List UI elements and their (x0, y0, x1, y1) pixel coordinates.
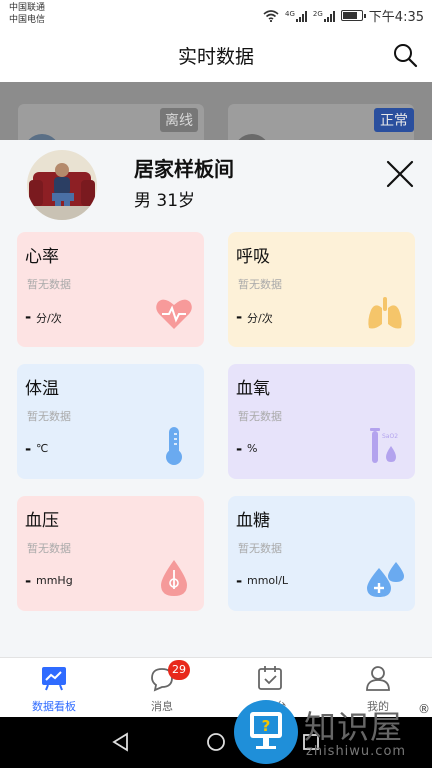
watermark-text: 知识屋 (304, 708, 404, 746)
watermark-logo: ? (234, 700, 298, 764)
profile-header: 居家样板间 男 31岁 (0, 140, 432, 230)
user-icon (366, 666, 390, 691)
signal-1-icon: 4G (285, 10, 307, 22)
unread-badge: 29 (168, 660, 190, 680)
svg-text:?: ? (262, 717, 271, 735)
chart-board-icon (42, 667, 66, 691)
app-header: 实时数据 (0, 28, 432, 82)
status-time: 下午4:35 (368, 10, 424, 25)
avatar (27, 150, 97, 220)
vitals-sheet: 居家样板间 男 31岁 心率 暂无数据 - 分/次 呼吸 暂无数据 - 分/次 … (0, 140, 432, 657)
vital-no-data: 暂无数据 (27, 410, 71, 423)
vital-title: 心率 (25, 247, 59, 267)
heart-pulse-icon (156, 299, 192, 329)
wifi-icon (263, 9, 279, 22)
battery-icon (340, 10, 366, 21)
signal-2-icon: 2G (313, 10, 335, 22)
network-type-2: 2G (312, 9, 323, 18)
vital-title: 呼吸 (236, 247, 270, 267)
vital-card-blood-pressure[interactable]: 血压 暂无数据 - mmHg (17, 496, 204, 611)
back-icon[interactable] (110, 731, 132, 753)
calendar-check-icon (258, 666, 282, 690)
vital-unit: 分/次 (36, 312, 62, 325)
vital-value: - (25, 572, 32, 590)
vital-value: - (236, 440, 243, 458)
tab-data-board[interactable]: 数据看板 (0, 658, 108, 718)
vital-no-data: 暂无数据 (238, 410, 282, 423)
vital-title: 血压 (25, 511, 59, 531)
search-icon[interactable] (392, 42, 418, 68)
vital-card-temperature[interactable]: 体温 暂无数据 - ℃ (17, 364, 204, 479)
vital-unit: mmHg (36, 574, 73, 587)
carrier-info: 中国联通 中国电信 (9, 2, 45, 26)
glucose-drops-icon (367, 562, 404, 597)
spo2-tube-icon: SaO2 (370, 428, 398, 463)
vital-value: - (236, 572, 243, 590)
vital-card-heart-rate[interactable]: 心率 暂无数据 - 分/次 (17, 232, 204, 347)
vital-value: - (236, 308, 243, 326)
page-title: 实时数据 (177, 46, 254, 68)
close-icon[interactable] (384, 158, 416, 190)
profile-name: 居家样板间 (134, 157, 234, 181)
thermometer-icon (166, 427, 182, 465)
blood-drop-icon (161, 560, 187, 596)
vital-value: - (25, 308, 32, 326)
vital-unit: % (247, 442, 258, 455)
watermark-domain: zhishiwu.com (306, 744, 407, 759)
carrier-1: 中国联通 (9, 3, 46, 13)
vital-no-data: 暂无数据 (238, 542, 282, 555)
carrier-2: 中国电信 (9, 15, 46, 25)
lungs-icon (368, 297, 402, 329)
profile-gender-age: 男 31岁 (134, 191, 196, 211)
tab-label: 数据看板 (32, 700, 76, 713)
watermark-registered-mark: ® (418, 702, 430, 716)
tab-messages[interactable]: 29 消息 (108, 658, 216, 718)
tab-label: 消息 (151, 700, 173, 713)
vital-title: 血氧 (236, 379, 270, 399)
spo2-icon-label: SaO2 (382, 433, 398, 440)
vital-no-data: 暂无数据 (27, 542, 71, 555)
vital-unit: ℃ (36, 442, 49, 455)
status-bar: 中国联通 中国电信 4G 2G 下午4:35 (0, 0, 432, 28)
vital-card-spo2[interactable]: 血氧 暂无数据 - % SaO2 (228, 364, 415, 479)
vital-title: 血糖 (236, 511, 270, 531)
status-badge-offline: 离线 (160, 108, 198, 132)
vital-card-blood-glucose[interactable]: 血糖 暂无数据 - mmol/L (228, 496, 415, 611)
home-icon[interactable] (205, 731, 227, 753)
vital-value: - (25, 440, 32, 458)
vital-unit: 分/次 (247, 312, 273, 325)
background-overlay[interactable]: 离线 正常 (0, 82, 432, 140)
status-badge-normal: 正常 (374, 108, 414, 132)
vital-no-data: 暂无数据 (27, 278, 71, 291)
network-type-1: 4G (285, 9, 295, 18)
status-icons: 4G 2G 下午4:35 (263, 6, 424, 25)
vital-unit: mmol/L (247, 574, 289, 587)
battery-level (342, 12, 358, 19)
vital-title: 体温 (25, 379, 59, 399)
vital-card-respiration[interactable]: 呼吸 暂无数据 - 分/次 (228, 232, 415, 347)
vital-no-data: 暂无数据 (238, 278, 282, 291)
site-watermark: ? 知识屋 ® zhishiwu.com (234, 700, 432, 768)
